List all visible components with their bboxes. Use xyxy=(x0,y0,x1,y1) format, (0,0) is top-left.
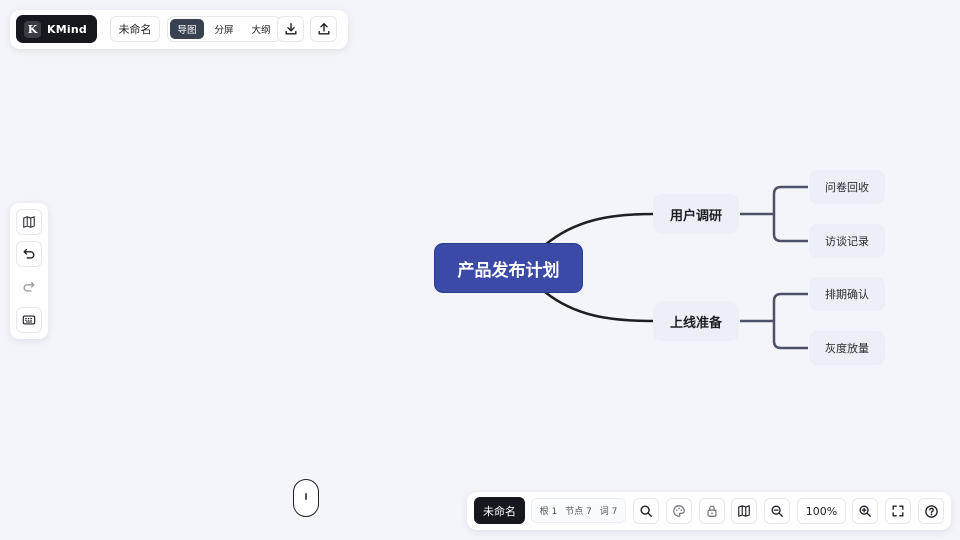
undo-button[interactable] xyxy=(16,241,42,267)
tab-mindmap[interactable]: 导图 xyxy=(170,19,204,39)
app-name: KMind xyxy=(47,22,87,36)
upload-icon xyxy=(317,23,330,35)
root-node[interactable]: 产品发布计划 xyxy=(434,243,583,293)
top-toolbar: K KMind 未命名 导图 分屏 大纲 xyxy=(10,10,348,49)
keyboard-icon xyxy=(22,315,36,325)
status-document-title[interactable]: 未命名 xyxy=(474,497,525,524)
connector-branch-1-children xyxy=(740,185,808,243)
branch-node-user-research[interactable]: 用户调研 xyxy=(653,194,739,234)
zoom-in-icon xyxy=(859,505,871,517)
undo-icon xyxy=(23,248,35,259)
mindmap-canvas[interactable]: 产品发布计划 用户调研 上线准备 问卷回收 访谈记录 排期确认 灰度放量 xyxy=(0,0,960,540)
document-title-button[interactable]: 未命名 xyxy=(110,16,160,42)
leaf-node-schedule[interactable]: 排期确认 xyxy=(809,277,885,311)
zoom-out-icon xyxy=(771,505,783,517)
tab-outline[interactable]: 大纲 xyxy=(244,19,278,39)
lock-button[interactable] xyxy=(699,498,725,524)
connector-branch-2-children xyxy=(740,292,808,350)
lock-icon xyxy=(707,505,717,517)
map-icon xyxy=(738,505,750,517)
leaf-node-gray-release[interactable]: 灰度放量 xyxy=(809,331,885,365)
download-icon xyxy=(284,23,297,35)
zoom-in-button[interactable] xyxy=(852,498,878,524)
minimap-button[interactable] xyxy=(731,498,757,524)
download-button[interactable] xyxy=(277,16,304,42)
leaf-node-survey[interactable]: 问卷回收 xyxy=(809,170,885,204)
map-settings-button[interactable] xyxy=(16,209,42,235)
view-mode-switch: 导图 分屏 大纲 xyxy=(167,16,281,42)
connector-root-branch-1 xyxy=(544,212,654,246)
zoom-level[interactable]: 100% xyxy=(797,498,846,524)
fullscreen-icon xyxy=(892,505,904,517)
leaf-node-interviews[interactable]: 访谈记录 xyxy=(809,224,885,258)
scroll-indicator[interactable] xyxy=(293,479,319,517)
redo-icon xyxy=(23,281,35,292)
fullscreen-button[interactable] xyxy=(885,498,911,524)
app-brand[interactable]: K KMind xyxy=(16,15,97,43)
map-icon xyxy=(23,216,35,228)
upload-button[interactable] xyxy=(310,16,337,42)
bottom-toolbar: 未命名 根 1 节点 7 词 7 100% xyxy=(467,492,951,530)
scroll-thumb xyxy=(305,493,307,500)
document-stats: 根 1 节点 7 词 7 xyxy=(531,498,626,523)
redo-button[interactable] xyxy=(16,274,42,300)
stat-roots: 根 1 xyxy=(539,507,558,517)
tab-split[interactable]: 分屏 xyxy=(207,19,241,39)
theme-button[interactable] xyxy=(666,498,692,524)
help-icon xyxy=(924,504,938,518)
zoom-out-button[interactable] xyxy=(764,498,790,524)
help-button[interactable] xyxy=(918,498,944,524)
app-logo-icon: K xyxy=(24,20,41,38)
branch-node-launch-prep[interactable]: 上线准备 xyxy=(653,301,739,341)
left-toolbar xyxy=(10,203,48,339)
stat-words: 词 7 xyxy=(599,507,618,517)
stat-nodes: 节点 7 xyxy=(565,507,592,517)
keyboard-shortcuts-button[interactable] xyxy=(16,307,42,333)
connector-root-branch-2 xyxy=(544,291,654,323)
search-icon xyxy=(640,505,652,517)
palette-icon xyxy=(673,505,685,517)
search-button[interactable] xyxy=(633,498,659,524)
